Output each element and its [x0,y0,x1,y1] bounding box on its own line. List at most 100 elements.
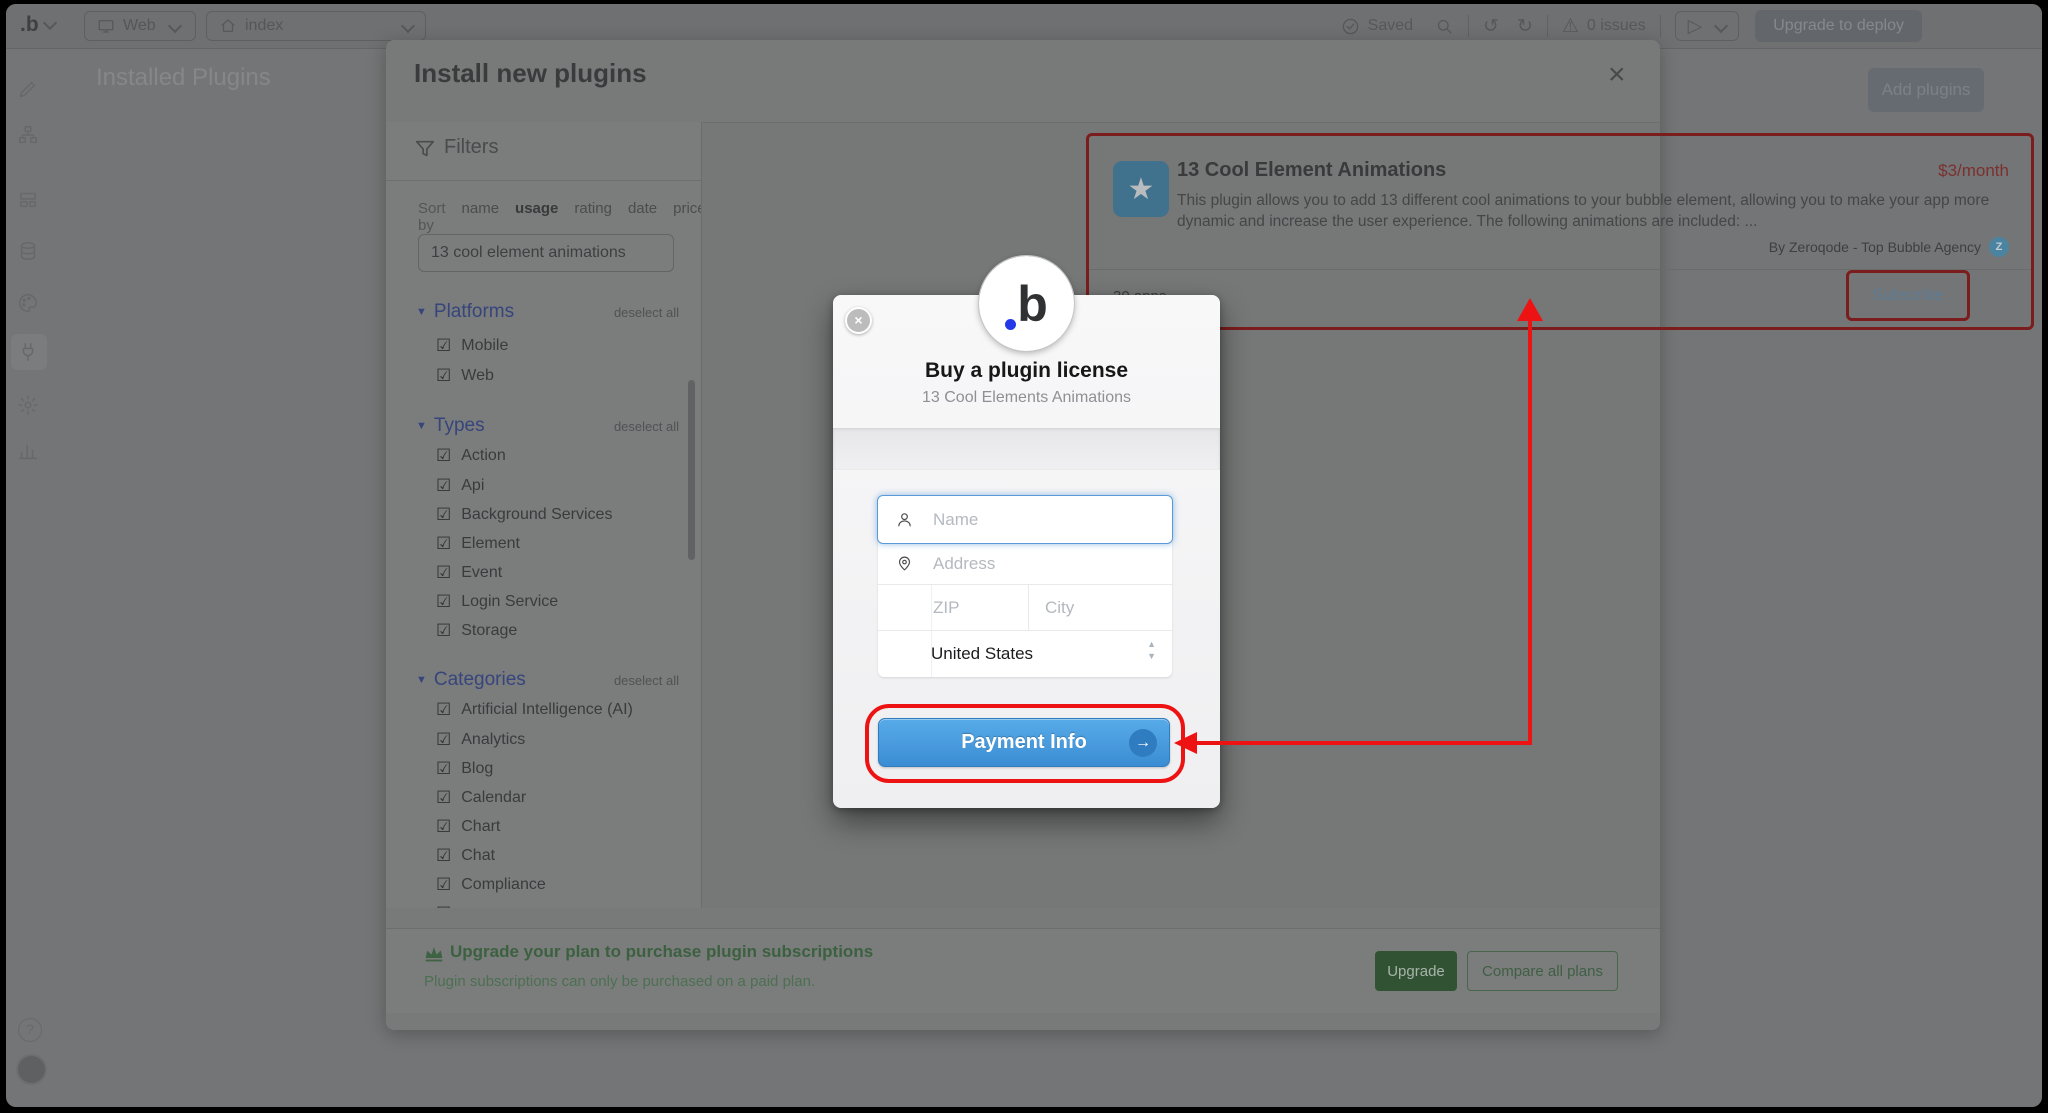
database-icon[interactable] [17,240,41,264]
checkbox-checked-icon: ☑ [436,505,452,524]
plugin-price: $3/month [1938,161,2009,180]
sort-row: Sort by name usage rating date price [418,200,701,234]
sort-option-rating[interactable]: rating [574,200,612,234]
category-item-partial[interactable]: ☑ [436,902,451,908]
zip-city-row [878,585,1268,631]
city-input[interactable] [1043,596,1268,619]
deselect-all-link[interactable]: deselect all [614,305,679,320]
saved-check-icon [1342,18,1358,34]
checkbox-checked-icon: ☑ [436,904,451,908]
types-section-header[interactable]: ▼ Types deselect all [416,414,679,438]
search-icon[interactable] [1435,17,1454,36]
platforms-label: Platforms [433,301,515,322]
filters-panel: Filters Sort by name usage rating date p… [386,122,701,908]
logo-dot [1005,319,1017,330]
name-input[interactable] [931,508,1172,531]
type-item-element[interactable]: ☑ Element [436,532,520,556]
add-plugins-button[interactable]: Add plugins [1868,68,1984,112]
upgrade-to-deploy-button[interactable]: Upgrade to deploy [1755,10,1922,42]
workflow-icon[interactable] [17,124,41,148]
compare-all-plans-button[interactable]: Compare all plans [1467,951,1618,991]
annotation-arrow-up-head [1517,298,1543,321]
page-menu[interactable]: index [206,11,426,41]
separator [1468,15,1470,37]
category-item-ai[interactable]: ☑ Artificial Intelligence (AI) [436,698,633,722]
saved-label: Saved [1367,17,1414,34]
categories-label: Categories [433,669,526,690]
divider [931,585,932,630]
category-item-chart[interactable]: ☑ Chart [436,815,500,839]
plugin-byline: By Zeroqode - Top Bubble Agency Z [1769,237,2009,257]
type-item-action[interactable]: ☑ Action [436,444,506,468]
sort-option-name[interactable]: name [462,200,500,234]
category-item-compliance[interactable]: ☑ Compliance [436,873,546,897]
filters-title: Filters [444,136,499,158]
help-icon[interactable]: ? [18,1018,42,1042]
category-item-chat[interactable]: ☑ Chat [436,844,495,868]
map-pin-icon [878,555,931,572]
plugin-star-icon: ★ [1113,161,1169,217]
address-input[interactable] [931,552,1172,575]
issues-count[interactable]: 0 issues [1587,17,1646,35]
sort-option-usage[interactable]: usage [515,200,558,234]
web-menu[interactable]: Web [84,11,196,41]
plugins-plug-icon[interactable] [17,341,41,365]
checkbox-checked-icon: ☑ [436,621,452,640]
separator [1659,15,1661,37]
checkbox-checked-icon: ☑ [436,875,452,894]
type-item-login-service[interactable]: ☑ Login Service [436,590,558,614]
checkbox-checked-icon: ☑ [436,730,452,749]
sort-option-price[interactable]: price [673,200,701,234]
monitor-icon [98,20,114,33]
types-label: Types [433,415,485,436]
payment-annotation-ring [865,704,1185,783]
plugin-search-input[interactable] [418,234,674,272]
country-value: United States [931,644,1034,663]
funnel-icon [415,140,435,157]
preview-button[interactable]: ▷ [1674,11,1740,41]
design-pencil-icon[interactable] [17,78,41,102]
deselect-all-link[interactable]: deselect all [614,673,679,688]
zip-input[interactable] [931,596,1028,619]
type-item-storage[interactable]: ☑ Storage [436,619,517,643]
categories-section-header[interactable]: ▼ Categories deselect all [416,668,679,692]
platforms-section-header[interactable]: ▼ Platforms deselect all [416,300,679,324]
category-item-blog[interactable]: ☑ Blog [436,757,493,781]
divider [701,122,702,908]
settings-gear-icon[interactable] [17,394,41,418]
checkout-card-band [833,428,1220,470]
type-item-background-services[interactable]: ☑ Background Services [436,503,612,527]
platform-item-web[interactable]: ☑ Web [436,364,494,388]
styles-palette-icon[interactable] [17,292,41,316]
filters-scrollbar[interactable] [688,380,695,560]
divider [931,631,932,677]
checkout-close-icon[interactable]: × [845,307,872,334]
logs-chart-icon[interactable] [17,440,41,464]
platform-item-mobile[interactable]: ☑ Mobile [436,334,508,358]
address-field-row[interactable] [878,543,1172,585]
undo-icon[interactable]: ↺ [1483,15,1499,38]
category-item-calendar[interactable]: ☑ Calendar [436,786,526,810]
deselect-all-link[interactable]: deselect all [614,419,679,434]
plugin-description: This plugin allows you to add 13 differe… [1177,192,1990,230]
upgrade-button[interactable]: Upgrade [1375,951,1457,991]
country-select-row[interactable]: United States ▲ ▼ [878,631,1172,677]
checkbox-checked-icon: ☑ [436,592,452,611]
layout-blocks-icon[interactable] [17,188,41,212]
type-item-api[interactable]: ☑ Api [436,474,484,498]
author-badge: Z [1989,237,2009,257]
plugin-author[interactable]: By Zeroqode - Top Bubble Agency [1769,239,1981,255]
category-item-analytics[interactable]: ☑ Analytics [436,728,525,752]
sort-option-date[interactable]: date [628,200,657,234]
plugin-title[interactable]: 13 Cool Element Animations [1177,159,1446,182]
bubble-logo[interactable]: .b [20,13,57,37]
subscribe-annotation-box: Subscribe [1846,270,1970,321]
dialog-close-icon[interactable]: × [1608,60,1626,90]
redo-icon[interactable]: ↻ [1517,15,1533,38]
type-item-event[interactable]: ☑ Event [436,561,502,585]
person-icon [878,511,931,528]
name-field-row[interactable] [877,495,1173,544]
user-avatar[interactable] [16,1054,47,1085]
checkbox-checked-icon: ☑ [436,446,452,465]
subscribe-button[interactable]: Subscribe [1872,287,1943,305]
